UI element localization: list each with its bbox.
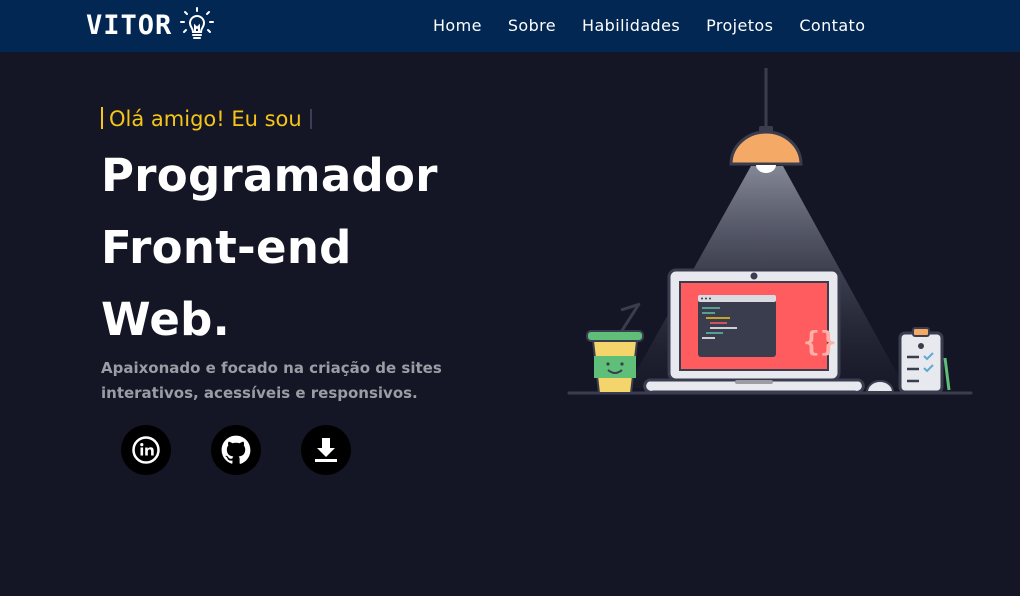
lightbulb-icon <box>180 7 215 39</box>
ceiling-lamp-icon <box>729 68 803 173</box>
developer-desk-illustration: {} <box>567 68 973 395</box>
hero-intro: Olá amigo! Eu sou <box>101 107 312 131</box>
download-cv-button[interactable] <box>301 425 351 475</box>
hero-title-line-3: Web. <box>101 293 231 346</box>
top-navbar: VITOR Home Sobre Habilidades Projetos Co… <box>0 0 1020 52</box>
hero-intro-text: Olá amigo! Eu sou <box>109 107 302 131</box>
hero-description: Apaixonado e focado na criação de sites … <box>101 359 442 402</box>
hero-title-line-1: Programador <box>101 149 438 202</box>
svg-text:{}: {} <box>803 325 837 358</box>
main-nav: Home Sobre Habilidades Projetos Contato <box>433 16 865 35</box>
linkedin-button[interactable] <box>121 425 171 475</box>
typing-cursor <box>309 109 312 129</box>
nav-habilidades[interactable]: Habilidades <box>582 16 680 35</box>
download-icon <box>315 438 337 462</box>
nav-sobre[interactable]: Sobre <box>508 16 556 35</box>
github-button[interactable] <box>211 425 261 475</box>
typing-caret <box>101 107 103 129</box>
brand-name: VITOR <box>86 9 173 41</box>
github-icon <box>221 435 251 464</box>
nav-home[interactable]: Home <box>433 16 482 35</box>
laptop-icon: {} <box>643 268 865 394</box>
nav-contato[interactable]: Contato <box>799 16 865 35</box>
nav-projetos[interactable]: Projetos <box>706 16 773 35</box>
brand-logo[interactable]: VITOR <box>86 7 215 43</box>
hero-title-line-2: Front-end <box>101 221 352 274</box>
linkedin-icon <box>132 436 160 464</box>
hero-title: Programador Front-end Web. <box>101 140 438 356</box>
social-links <box>121 425 351 475</box>
clipboard-icon <box>898 327 951 394</box>
